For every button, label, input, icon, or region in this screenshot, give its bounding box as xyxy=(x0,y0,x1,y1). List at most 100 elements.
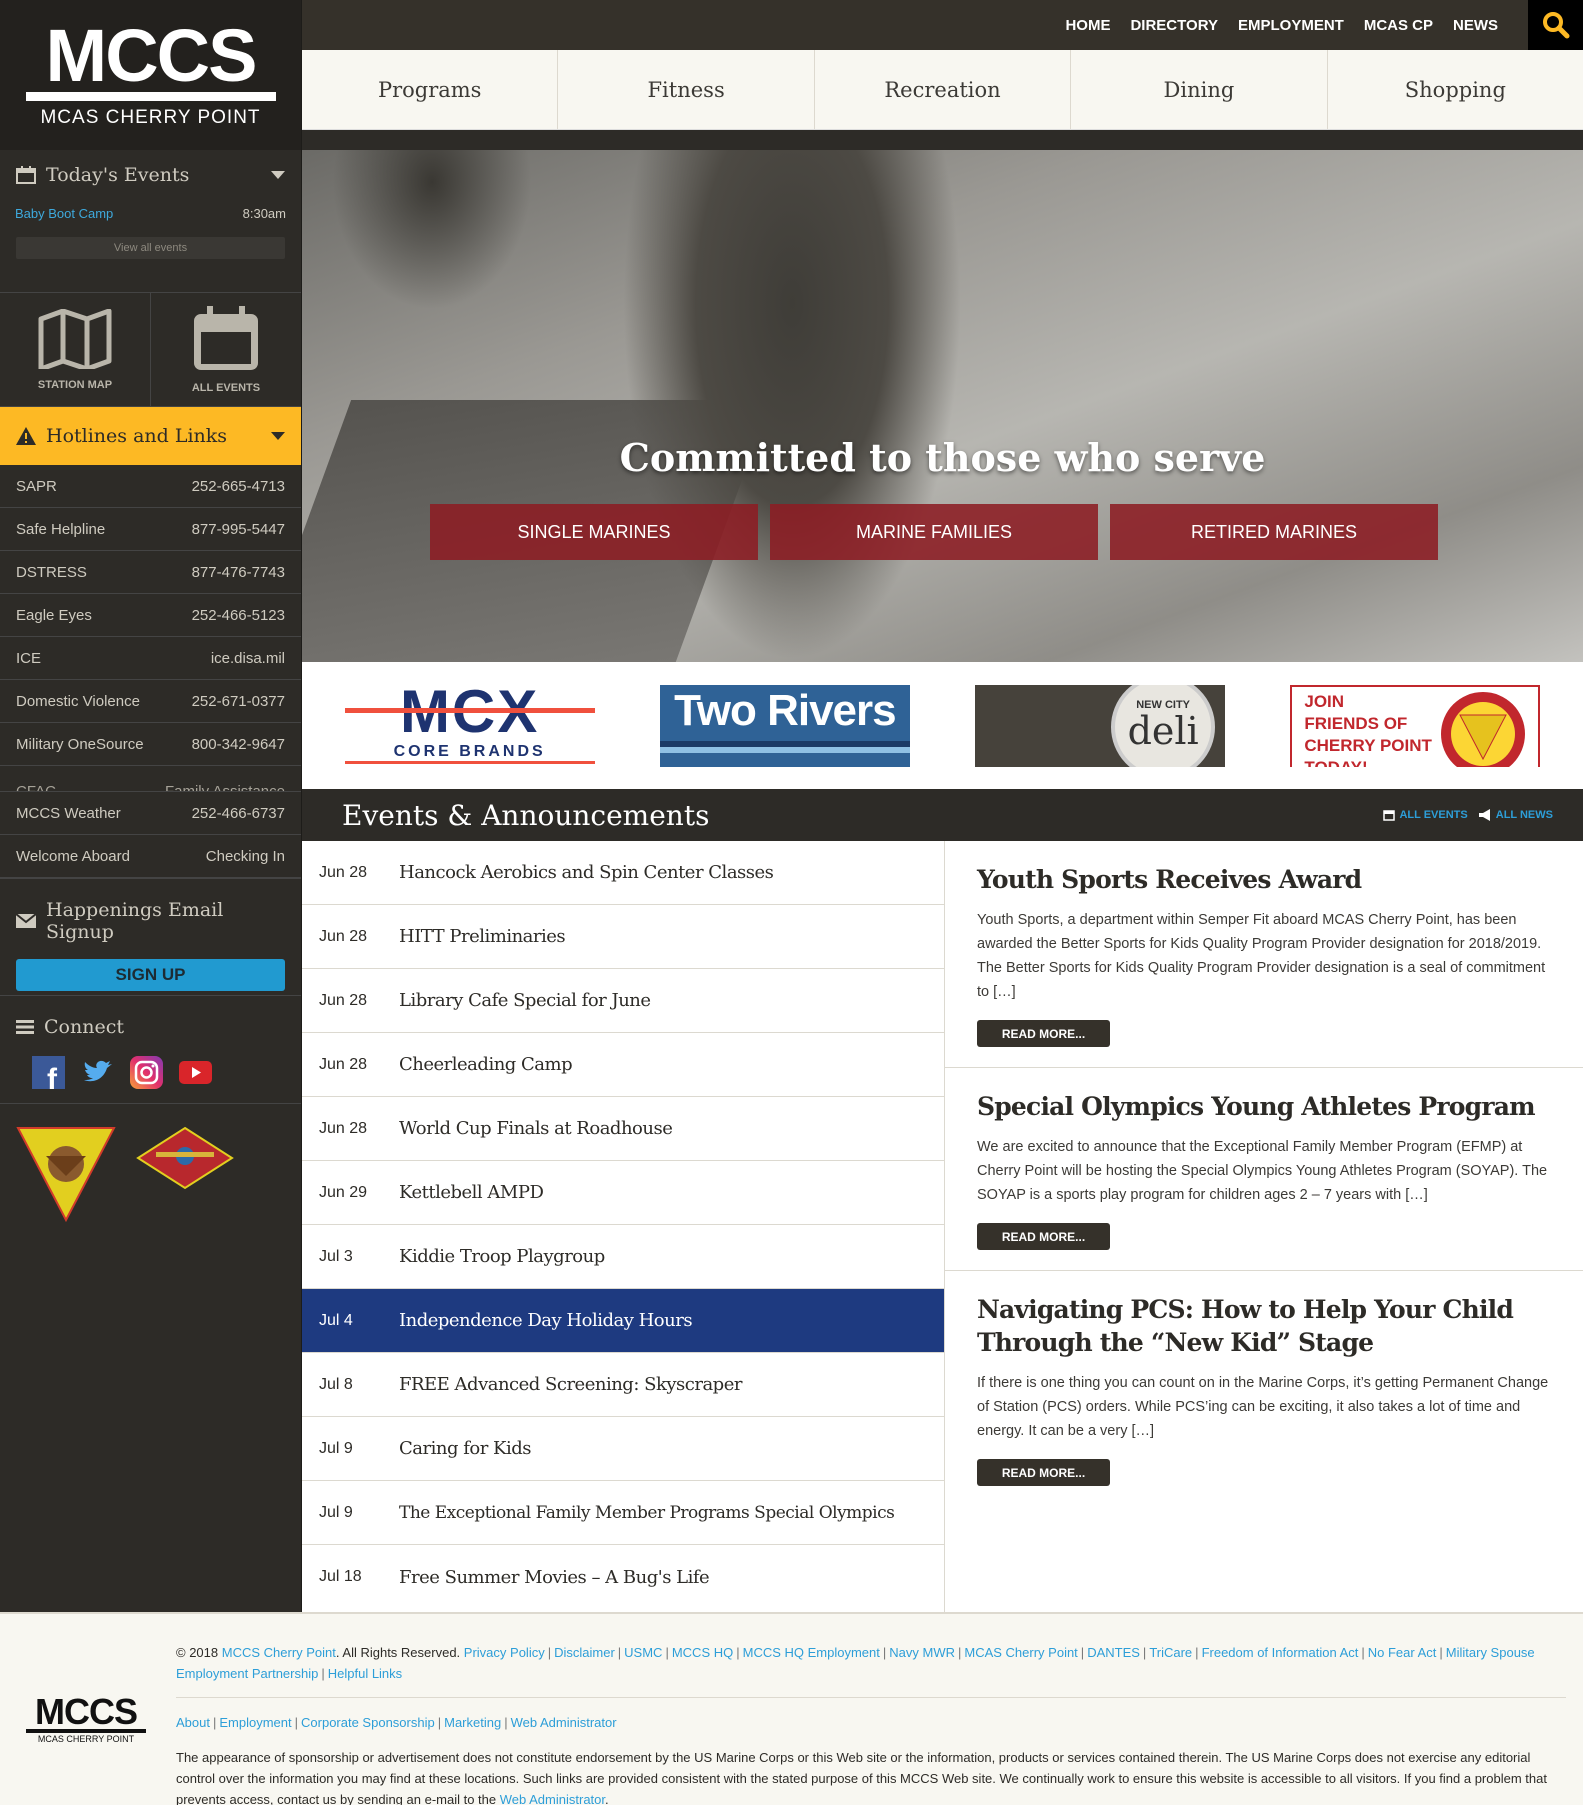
caret-down-icon[interactable] xyxy=(271,171,285,179)
nav-home[interactable]: HOME xyxy=(1065,17,1110,34)
hotline-item[interactable]: Eagle Eyes 252-466-5123 xyxy=(0,594,301,637)
footer-link[interactable]: Freedom of Information Act xyxy=(1202,1645,1359,1660)
all-news-link[interactable]: ALL NEWS xyxy=(1478,809,1553,821)
youtube-icon[interactable] xyxy=(179,1056,212,1089)
footer-link[interactable]: Corporate Sponsorship xyxy=(301,1715,435,1730)
event-name[interactable]: Cheerleading Camp xyxy=(399,1054,573,1075)
all-events-link[interactable]: ALL EVENTS xyxy=(1383,809,1468,821)
event-row[interactable]: Jun 28 Cheerleading Camp xyxy=(302,1033,944,1097)
footer-link[interactable]: TriCare xyxy=(1149,1645,1192,1660)
main-nav-fitness[interactable]: Fitness xyxy=(558,50,815,129)
footer-link[interactable]: Web Administrator xyxy=(511,1715,617,1730)
event-row[interactable]: Jun 29 Kettlebell AMPD xyxy=(302,1161,944,1225)
event-name[interactable]: Independence Day Holiday Hours xyxy=(399,1310,693,1331)
event-name[interactable]: Kiddie Troop Playgroup xyxy=(399,1246,605,1267)
event-date: Jun 28 xyxy=(319,1119,368,1137)
nav-directory[interactable]: DIRECTORY xyxy=(1130,17,1218,34)
caret-down-icon[interactable] xyxy=(271,432,285,440)
event-row[interactable]: Jul 18 Free Summer Movies – A Bug's Life xyxy=(302,1545,944,1609)
station-map-tile[interactable]: STATION MAP xyxy=(0,293,150,406)
twitter-icon[interactable] xyxy=(81,1056,114,1089)
sponsor-mcx[interactable]: MCX CORE BRANDS xyxy=(344,684,595,767)
search-button[interactable] xyxy=(1528,0,1583,50)
hotline-item[interactable]: Welcome Aboard Checking In xyxy=(0,835,301,878)
2nd-maw-insignia[interactable] xyxy=(136,1126,234,1190)
hotlines-header[interactable]: Hotlines and Links xyxy=(0,407,301,465)
sponsor-new-city-deli[interactable]: NEW CITY deli xyxy=(975,684,1226,767)
mcas-cherry-point-insignia[interactable] xyxy=(16,1126,116,1222)
read-more-button[interactable]: READ MORE... xyxy=(977,1020,1110,1047)
footer-link[interactable]: Navy MWR xyxy=(889,1645,955,1660)
footer-link[interactable]: Helpful Links xyxy=(328,1666,402,1681)
hotline-item[interactable]: MCCS Weather 252-466-6737 xyxy=(0,792,301,835)
footer-org-link[interactable]: MCCS Cherry Point xyxy=(222,1645,336,1660)
sponsor-friends-of-cherry-point[interactable]: JOIN FRIENDS OF CHERRY POINT TODAY! xyxy=(1290,684,1541,767)
read-more-button[interactable]: READ MORE... xyxy=(977,1223,1110,1250)
footer-link[interactable]: MCAS Cherry Point xyxy=(964,1645,1077,1660)
hotline-item[interactable]: Military OneSource 800-342-9647 xyxy=(0,723,301,766)
nav-employment[interactable]: EMPLOYMENT xyxy=(1238,17,1344,34)
event-row[interactable]: Jun 28 Hancock Aerobics and Spin Center C… xyxy=(302,841,944,905)
event-row-active[interactable]: Jul 4 Independence Day Holiday Hours xyxy=(302,1289,944,1353)
hotline-item[interactable]: SAPR 252-665-4713 xyxy=(0,465,301,508)
instagram-icon[interactable] xyxy=(130,1056,163,1089)
hotline-item[interactable]: CFAC Family Assistance xyxy=(0,766,301,792)
main-nav-programs[interactable]: Programs xyxy=(302,50,559,129)
event-name[interactable]: FREE Advanced Screening: Skyscraper xyxy=(399,1374,742,1395)
main-nav-recreation[interactable]: Recreation xyxy=(815,50,1072,129)
event-row[interactable]: Jun 28 HITT Preliminaries xyxy=(302,905,944,969)
event-row[interactable]: Jun 28 Library Cafe Special for June xyxy=(302,969,944,1033)
footer-logo[interactable]: MCCS MCAS CHERRY POINT xyxy=(26,1694,146,1744)
today-event-row[interactable]: Baby Boot Camp 8:30am xyxy=(0,206,301,221)
footer-link[interactable]: DANTES xyxy=(1087,1645,1140,1660)
footer-link[interactable]: MCCS HQ xyxy=(672,1645,733,1660)
event-name[interactable]: Free Summer Movies – A Bug's Life xyxy=(399,1567,710,1588)
main-nav-dining[interactable]: Dining xyxy=(1071,50,1328,129)
hotline-item[interactable]: ICE ice.disa.mil xyxy=(0,637,301,680)
footer-link[interactable]: About xyxy=(176,1715,210,1730)
nav-news[interactable]: NEWS xyxy=(1453,17,1498,34)
footer-link[interactable]: Disclaimer xyxy=(554,1645,615,1660)
all-events-link-label: ALL EVENTS xyxy=(1399,809,1468,821)
event-row[interactable]: Jul 3 Kiddie Troop Playgroup xyxy=(302,1225,944,1289)
event-name[interactable]: Library Cafe Special for June xyxy=(399,990,651,1011)
event-name[interactable]: Kettlebell AMPD xyxy=(399,1182,544,1203)
footer-link[interactable]: Privacy Policy xyxy=(464,1645,545,1660)
news-title[interactable]: Navigating PCS: How to Help Your Child T… xyxy=(977,1293,1551,1359)
event-row[interactable]: Jul 9 The Exceptional Family Member Progr… xyxy=(302,1481,944,1545)
today-event-name[interactable]: Baby Boot Camp xyxy=(15,206,113,221)
event-name[interactable]: Caring for Kids xyxy=(399,1438,532,1459)
sign-up-button[interactable]: SIGN UP xyxy=(16,959,285,991)
sponsor-two-rivers[interactable]: Two Rivers xyxy=(659,684,910,767)
news-title[interactable]: Youth Sports Receives Award xyxy=(977,863,1551,896)
todays-events-header[interactable]: Today's Events xyxy=(0,164,301,186)
event-name[interactable]: World Cup Finals at Roadhouse xyxy=(399,1118,673,1139)
view-all-events-button[interactable]: View all events xyxy=(16,237,285,259)
event-name[interactable]: Hancock Aerobics and Spin Center Classes xyxy=(399,862,774,883)
read-more-button[interactable]: READ MORE... xyxy=(977,1459,1110,1486)
footer-link[interactable]: Employment xyxy=(219,1715,291,1730)
main-nav-shopping[interactable]: Shopping xyxy=(1328,50,1583,129)
event-name[interactable]: HITT Preliminaries xyxy=(399,926,566,947)
map-icon xyxy=(38,308,112,369)
event-name[interactable]: The Exceptional Family Member Programs S… xyxy=(399,1503,895,1523)
footer-link[interactable]: MCCS HQ Employment xyxy=(743,1645,880,1660)
event-row[interactable]: Jul 9 Caring for Kids xyxy=(302,1417,944,1481)
retired-marines-button[interactable]: RETIRED MARINES xyxy=(1110,504,1438,560)
news-title[interactable]: Special Olympics Young Athletes Program xyxy=(977,1090,1551,1123)
hotline-item[interactable]: DSTRESS 877-476-7743 xyxy=(0,551,301,594)
web-administrator-link[interactable]: Web Administrator xyxy=(500,1792,605,1805)
event-row[interactable]: Jun 28 World Cup Finals at Roadhouse xyxy=(302,1097,944,1161)
site-logo[interactable]: MCCS MCAS CHERRY POINT xyxy=(0,0,301,150)
event-row[interactable]: Jul 8 FREE Advanced Screening: Skyscraper xyxy=(302,1353,944,1417)
nav-mcas-cp[interactable]: MCAS CP xyxy=(1364,17,1433,34)
footer-link[interactable]: USMC xyxy=(624,1645,662,1660)
footer-link[interactable]: No Fear Act xyxy=(1368,1645,1437,1660)
marine-families-button[interactable]: MARINE FAMILIES xyxy=(770,504,1098,560)
hotline-item[interactable]: Domestic Violence 252-671-0377 xyxy=(0,680,301,723)
hotline-item[interactable]: Safe Helpline 877-995-5447 xyxy=(0,508,301,551)
single-marines-button[interactable]: SINGLE MARINES xyxy=(430,504,758,560)
all-events-tile[interactable]: ALL EVENTS xyxy=(150,293,301,406)
facebook-icon[interactable]: f xyxy=(32,1056,65,1089)
footer-link[interactable]: Marketing xyxy=(444,1715,501,1730)
